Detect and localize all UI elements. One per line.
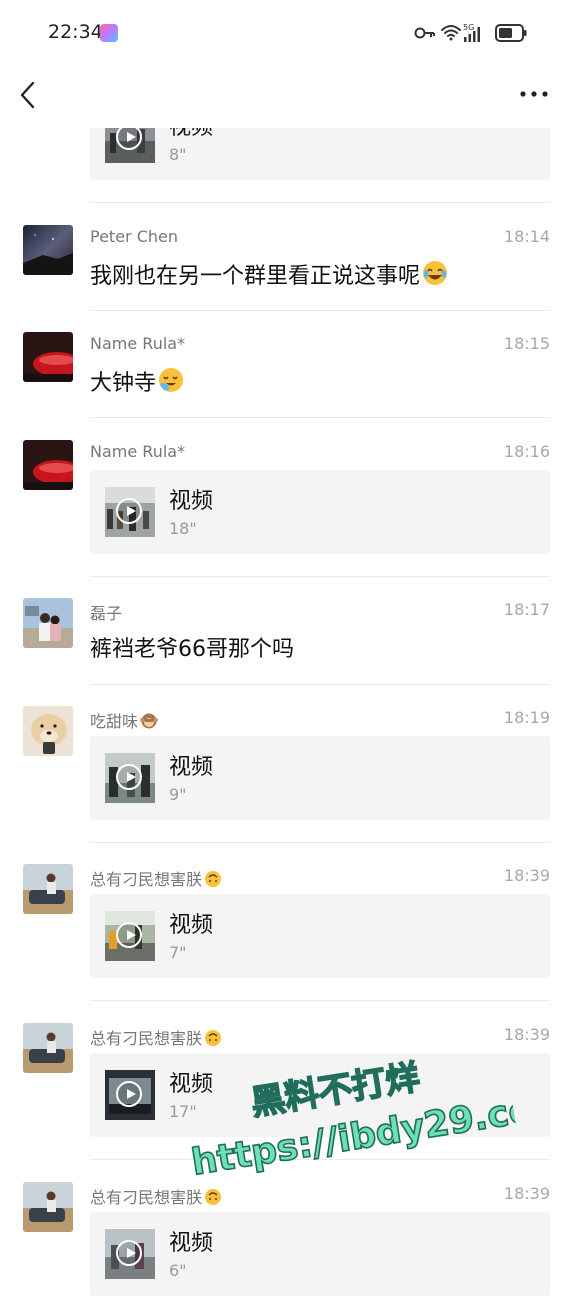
divider: [90, 684, 550, 685]
video-duration: 8": [169, 145, 187, 164]
avatar[interactable]: [23, 864, 73, 914]
video-card[interactable]: 视频 18": [90, 470, 550, 554]
divider: [90, 310, 550, 311]
svg-text:5G: 5G: [463, 23, 474, 32]
sender-name-text: 总有刁民想害朕: [90, 870, 203, 889]
message-time: 18:16: [503, 442, 550, 461]
battery-icon: [495, 24, 527, 42]
key-icon: [414, 27, 435, 39]
video-label: 视频: [169, 913, 214, 938]
status-icons: 5G: [414, 23, 527, 42]
video-duration: 17": [169, 1102, 197, 1121]
video-card[interactable]: 视频 17": [90, 1053, 550, 1137]
video-card[interactable]: 视频 6": [90, 1212, 550, 1296]
video-label: 视频: [169, 755, 214, 780]
avatar[interactable]: [23, 1023, 73, 1073]
sender-name-text: 总有刁民想害朕: [90, 1029, 203, 1048]
avatar[interactable]: [23, 1182, 73, 1232]
divider: [90, 1159, 550, 1160]
sender-name: 总有刁民想害朕: [90, 866, 222, 890]
signal-5g-icon: 5G: [463, 23, 480, 42]
video-duration: 18": [169, 519, 197, 538]
message-time: 18:19: [503, 708, 550, 727]
sender-name: 吃甜味: [90, 708, 159, 732]
sender-name: 总有刁民想害朕: [90, 1184, 222, 1208]
avatar[interactable]: [23, 225, 73, 275]
video-label: 视频: [169, 489, 214, 514]
status-time: 22:34: [48, 21, 103, 43]
message-time: 18:15: [503, 334, 550, 353]
message-text-content: 大钟寺: [90, 371, 157, 396]
play-icon: [116, 922, 142, 948]
sender-name-text: 吃甜味: [90, 712, 139, 731]
divider: [90, 576, 550, 577]
message-time: 18:17: [503, 600, 550, 619]
message-time: 18:39: [503, 866, 550, 885]
sender-name: Name Rula*: [90, 442, 186, 461]
message-time: 18:39: [503, 1025, 550, 1044]
upside-down-face-emoji: [205, 1189, 222, 1205]
video-duration: 9": [169, 785, 187, 804]
play-icon: [116, 1240, 142, 1266]
message-time: 18:14: [503, 227, 550, 246]
play-icon: [116, 764, 142, 790]
upside-down-face-emoji: [205, 1030, 222, 1046]
video-thumbnail: [105, 753, 155, 803]
divider: [90, 202, 550, 203]
video-thumbnail: [105, 911, 155, 961]
chevron-left-icon[interactable]: [16, 80, 42, 110]
sender-name: 磊子: [90, 604, 123, 623]
app-notification-icon: [100, 24, 118, 42]
play-icon: [116, 1081, 142, 1107]
video-thumbnail: [105, 1070, 155, 1120]
wifi-icon: [441, 25, 461, 41]
video-label: 视频: [169, 1072, 214, 1097]
divider: [90, 1000, 550, 1001]
more-dots-icon[interactable]: [519, 84, 549, 104]
message-text: 我刚也在另一个群里看正说这事呢: [90, 258, 448, 290]
sender-name: 总有刁民想害朕: [90, 1025, 222, 1049]
sender-name: Name Rula*: [90, 334, 186, 353]
message-text-content: 裤裆老爷66哥那个吗: [90, 637, 294, 662]
laughing-tears-emoji: [423, 261, 448, 285]
video-thumbnail: [105, 487, 155, 537]
monkey-emoji: [140, 713, 159, 729]
crying-laughing-emoji: [159, 368, 184, 392]
message-text: 大钟寺: [90, 365, 184, 397]
avatar[interactable]: [23, 598, 73, 648]
sender-name-text: 总有刁民想害朕: [90, 1188, 203, 1207]
message-list[interactable]: 视频 8" Peter Chen 18:14: [0, 0, 573, 1296]
divider: [90, 417, 550, 418]
divider: [90, 842, 550, 843]
avatar[interactable]: [23, 706, 73, 756]
video-label: 视频: [169, 1231, 214, 1256]
video-card[interactable]: 视频 7": [90, 894, 550, 978]
avatar[interactable]: [23, 440, 73, 490]
play-icon: [116, 498, 142, 524]
nav-bar: [0, 66, 573, 128]
message-text: 裤裆老爷66哥那个吗: [90, 631, 294, 663]
avatar[interactable]: [23, 332, 73, 382]
video-duration: 6": [169, 1261, 187, 1280]
status-bar: 22:34 5G: [0, 0, 573, 66]
message-time: 18:39: [503, 1184, 550, 1203]
video-card[interactable]: 视频 9": [90, 736, 550, 820]
video-thumbnail: [105, 1229, 155, 1279]
message-text-content: 我刚也在另一个群里看正说这事呢: [90, 264, 421, 289]
sender-name: Peter Chen: [90, 227, 178, 246]
upside-down-face-emoji: [205, 871, 222, 887]
video-duration: 7": [169, 943, 187, 962]
